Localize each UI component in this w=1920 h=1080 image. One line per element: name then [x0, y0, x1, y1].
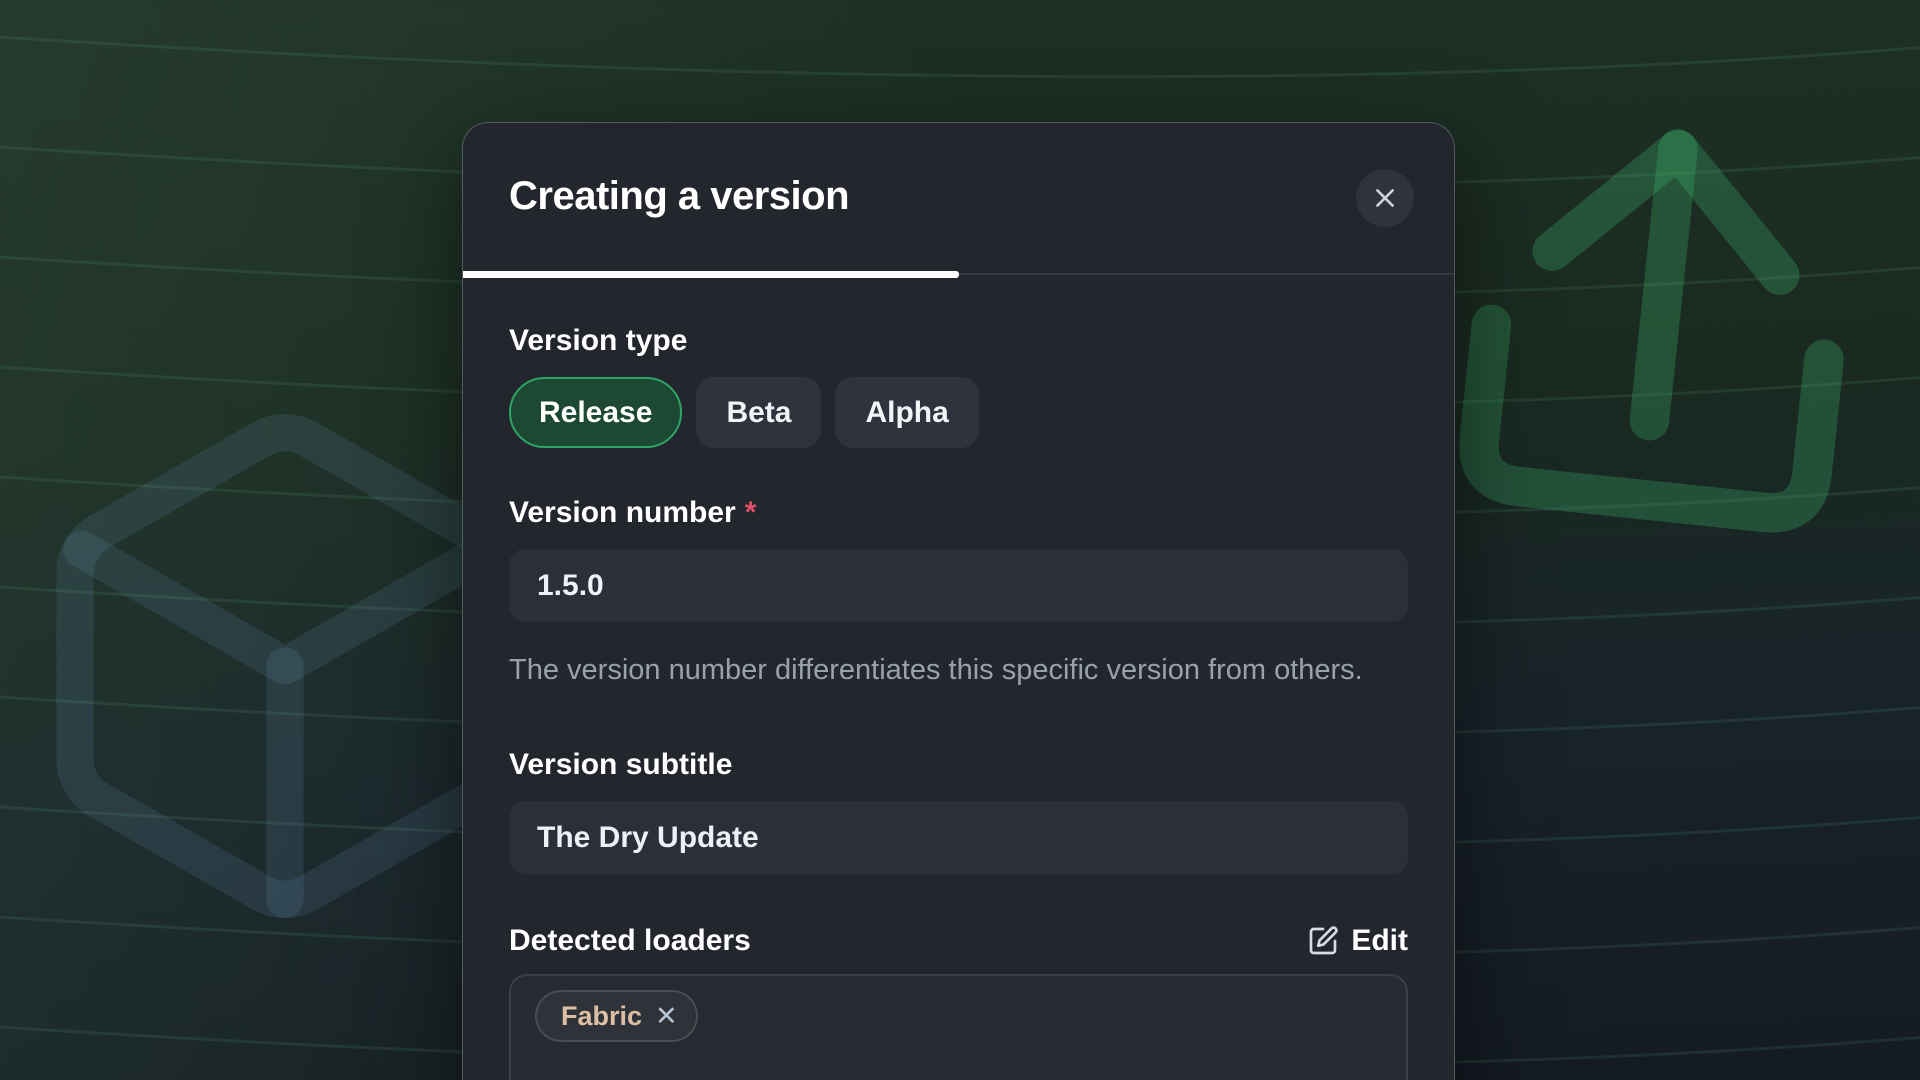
- version-type-label: Version type: [509, 322, 1408, 360]
- x-icon: [1372, 185, 1398, 211]
- version-number-label: Version number *: [509, 494, 1408, 532]
- version-type-beta-button[interactable]: Beta: [696, 377, 821, 448]
- close-button[interactable]: [1356, 169, 1414, 227]
- edit-label: Edit: [1351, 924, 1408, 958]
- version-number-input[interactable]: [509, 549, 1408, 622]
- modal-header: Creating a version: [463, 123, 1454, 219]
- square-pen-icon: [1307, 925, 1339, 957]
- modal-body: Version type Release Beta Alpha Version …: [463, 278, 1454, 1080]
- upload-arrow-icon: [1417, 63, 1904, 576]
- remove-loader-button[interactable]: ✕: [655, 1003, 678, 1030]
- version-subtitle-input[interactable]: [509, 801, 1408, 874]
- detected-loaders-label: Detected loaders: [509, 922, 751, 960]
- detected-loaders-row: Detected loaders Edit: [509, 922, 1408, 960]
- edit-loaders-button[interactable]: Edit: [1307, 924, 1408, 958]
- create-version-modal: Creating a version Version type Release …: [462, 122, 1455, 1080]
- loader-chip-fabric: Fabric ✕: [535, 990, 698, 1042]
- loader-chip-label: Fabric: [561, 1001, 642, 1032]
- version-type-release-button[interactable]: Release: [509, 377, 682, 448]
- version-number-helper: The version number differentiates this s…: [509, 648, 1389, 692]
- progress-fill: [463, 271, 959, 278]
- version-type-alpha-button[interactable]: Alpha: [835, 377, 978, 448]
- version-subtitle-label: Version subtitle: [509, 746, 1408, 784]
- step-progress-bar: [463, 271, 1454, 278]
- version-type-options: Release Beta Alpha: [509, 377, 1408, 448]
- required-asterisk: *: [745, 494, 757, 532]
- detected-loaders-box: Fabric ✕: [509, 974, 1408, 1080]
- modal-title: Creating a version: [509, 173, 1408, 219]
